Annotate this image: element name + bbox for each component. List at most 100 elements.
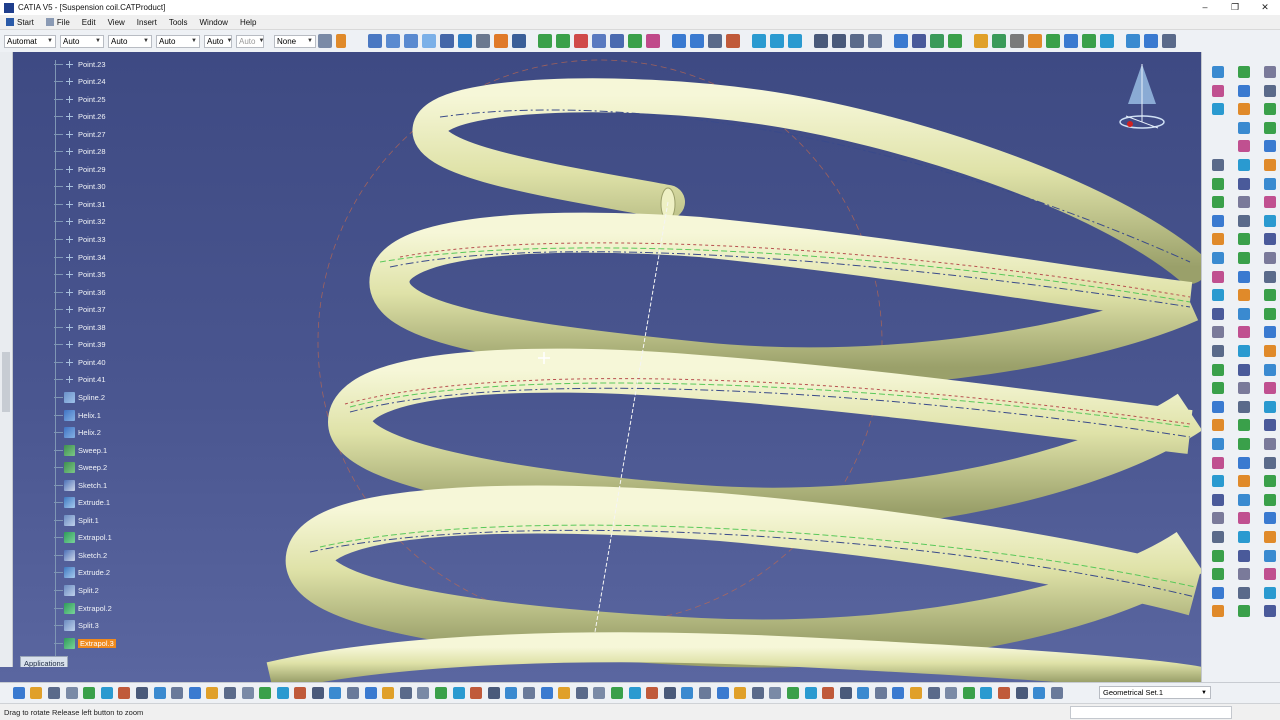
bottom-tool-icon[interactable] [12,687,25,699]
bottom-tool-icon[interactable] [417,687,430,699]
tree-item[interactable]: Helix.2 [54,425,101,441]
workbench-tool-icon[interactable] [1238,196,1250,209]
applications-node[interactable]: Applications [20,656,69,667]
workbench-tool-icon[interactable] [1238,345,1250,357]
tree-item[interactable]: Sketch.1 [54,477,107,493]
product-icon[interactable] [1144,34,1158,48]
workbench-tool-icon[interactable] [1212,400,1224,413]
workbench-tool-icon[interactable] [1238,438,1250,450]
bottom-tool-icon[interactable] [610,687,623,699]
multi-view-icon[interactable] [770,34,784,48]
workbench-tool-icon[interactable] [1238,307,1250,320]
workbench-tool-icon[interactable] [1212,196,1224,209]
redo-icon[interactable] [404,34,418,48]
workbench-tool-icon[interactable] [1212,326,1224,339]
bottom-tool-icon[interactable] [153,687,166,699]
workbench-tool-icon[interactable] [1212,233,1224,246]
bottom-tool-icon[interactable] [135,687,148,699]
bottom-tool-icon[interactable] [223,687,236,699]
workbench-tool-icon[interactable] [1264,493,1276,506]
tree-item[interactable]: Sweep.1 [54,442,107,458]
workbench-tool-icon[interactable] [1264,512,1276,525]
workbench-tool-icon[interactable] [1212,586,1224,599]
workbench-tool-icon[interactable] [1238,400,1250,413]
workbench-tool-icon[interactable] [1238,531,1250,543]
bottom-tool-icon[interactable] [540,687,553,699]
menu-view[interactable]: View [102,18,131,27]
workbench-tool-icon[interactable] [1212,307,1224,320]
workbench-tool-icon[interactable] [1212,493,1224,506]
workbench-tool-icon[interactable] [1264,121,1276,134]
workbench-tool-icon[interactable] [1238,270,1250,283]
bottom-tool-icon[interactable] [1015,687,1028,699]
workbench-tool-icon[interactable] [1212,252,1224,264]
workbench-tool-icon[interactable] [1212,438,1224,450]
workbench-tool-icon[interactable] [1264,140,1276,153]
scaling-icon[interactable] [610,34,624,48]
workbench-tool-icon[interactable] [1238,512,1250,525]
bottom-tool-icon[interactable] [259,687,272,699]
workbench-tool-icon[interactable] [1264,289,1276,302]
bottom-tool-icon[interactable] [734,687,747,699]
workbench-tool-icon[interactable] [1238,140,1250,153]
bottom-tool-icon[interactable] [945,687,958,699]
workbench-tool-icon[interactable] [1238,252,1250,264]
bottom-tool-icon[interactable] [558,687,571,699]
workbench-tool-icon[interactable] [1238,177,1250,190]
transparency-combo[interactable]: Auto ▼ [60,34,104,48]
workbench-tool-icon[interactable] [1264,438,1276,450]
grid-icon[interactable] [814,34,828,48]
bottom-tool-icon[interactable] [892,687,905,699]
workbench-icon[interactable] [1100,34,1114,48]
bottom-tool-icon[interactable] [628,687,641,699]
bottom-tool-icon[interactable] [716,687,729,699]
tree-item[interactable]: Extrude.2 [54,565,110,581]
tree-item[interactable]: Extrapol.1 [54,530,112,546]
workbench-tool-icon[interactable] [1212,531,1224,543]
compass-icon[interactable] [1119,64,1165,129]
tree-item[interactable]: Point.39 [54,337,106,353]
bottom-tool-icon[interactable] [329,687,342,699]
texture-icon[interactable] [1082,34,1096,48]
workbench-tool-icon[interactable] [1264,103,1276,116]
tree-item[interactable]: Point.30 [54,179,106,195]
painter-icon[interactable] [336,34,346,48]
workbench-tool-icon[interactable] [1264,326,1276,339]
bottom-tool-icon[interactable] [822,687,835,699]
workbench-tool-icon[interactable] [1264,605,1276,618]
tree-item[interactable]: Point.29 [54,161,106,177]
geometrical-set-combo[interactable]: Geometrical Set.1 ▼ [1099,686,1211,699]
brush-icon[interactable] [318,34,332,48]
render-combo[interactable]: Auto ▼ [236,34,264,48]
rotate-icon[interactable] [574,34,588,48]
bottom-tool-icon[interactable] [593,687,606,699]
workbench-tool-icon[interactable] [1212,382,1224,395]
bottom-tool-icon[interactable] [382,687,395,699]
workbench-tool-icon[interactable] [1212,475,1224,488]
view-front-icon[interactable] [672,34,686,48]
workbench-tool-icon[interactable] [1264,84,1276,97]
menu-help[interactable]: Help [234,18,262,27]
tree-item[interactable]: Point.25 [54,91,106,107]
fly-mode-icon[interactable] [440,34,454,48]
workbench-tool-icon[interactable] [1238,84,1250,97]
menu-start[interactable]: Start [0,18,40,27]
bottom-tool-icon[interactable] [575,687,588,699]
bottom-tool-icon[interactable] [962,687,975,699]
bottom-tool-icon[interactable] [769,687,782,699]
workbench-tool-icon[interactable] [1212,605,1224,618]
workbench-tool-icon[interactable] [1264,270,1276,283]
workbench-tool-icon[interactable] [1264,419,1276,432]
close-button[interactable]: ✕ [1250,0,1280,15]
bottom-tool-icon[interactable] [751,687,764,699]
tree-item[interactable]: Sweep.2 [54,460,107,476]
tree-item[interactable]: Point.35 [54,267,106,283]
bottom-tool-icon[interactable] [910,687,923,699]
measure-icon[interactable] [646,34,660,48]
tree-item[interactable]: Point.38 [54,319,106,335]
tree-item[interactable]: Point.37 [54,302,106,318]
layer-combo[interactable]: None ▼ [274,34,316,48]
bottom-tool-icon[interactable] [646,687,659,699]
workbench-tool-icon[interactable] [1238,214,1250,227]
tree-item[interactable]: Point.32 [54,214,106,230]
